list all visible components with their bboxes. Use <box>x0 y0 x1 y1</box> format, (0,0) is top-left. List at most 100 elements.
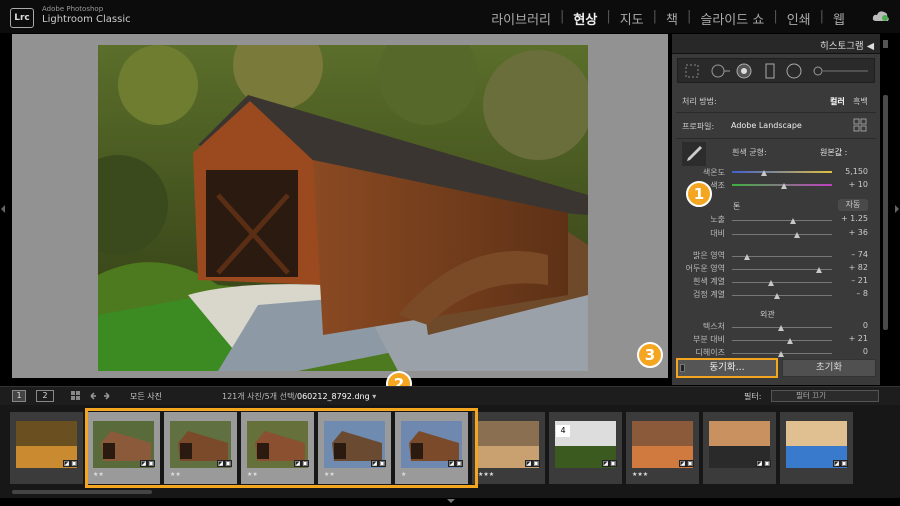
presence-slider-knob[interactable] <box>787 338 793 344</box>
treatment-bw-option[interactable]: 흑백 <box>853 96 868 107</box>
tone-slider-knob[interactable] <box>816 267 822 273</box>
presence-slider-knob[interactable] <box>778 351 784 357</box>
tone-slider-track[interactable] <box>732 220 832 221</box>
tone-slider-knob[interactable] <box>744 254 750 260</box>
filmstrip-thumbnail[interactable]: ◪ ▣ <box>780 412 853 484</box>
filmstrip-thumbnail[interactable]: ◪ ▣ ★★★ <box>472 412 545 484</box>
module-picker: 라이브러리 | 현상 | 지도 | 책 | 슬라이드 쇼 | 인쇄 | 웹 <box>482 9 854 28</box>
presence-slider-value[interactable]: 0 <box>838 321 868 330</box>
presence-slider-knob[interactable] <box>778 325 784 331</box>
profile-label: 프로파일: <box>682 122 715 131</box>
top-bar: Lrc Adobe Photoshop Lightroom Classic 라이… <box>0 0 900 33</box>
tone-slider-value[interactable]: + 36 <box>838 228 868 237</box>
module-book[interactable]: 책 <box>657 9 687 28</box>
module-print[interactable]: 인쇄 <box>778 9 820 28</box>
crop-tool-icon[interactable] <box>685 64 699 78</box>
tone-slider-knob[interactable] <box>768 280 774 286</box>
red-eye-icon[interactable] <box>736 63 752 79</box>
tone-slider-track[interactable] <box>732 295 832 296</box>
filter-dropdown[interactable]: 필터 끄기 <box>771 390 879 402</box>
profile-dropdown[interactable]: Adobe Landscape <box>731 121 802 130</box>
tone-slider-label: 노출 <box>710 215 725 224</box>
presence-label: 외관 <box>760 310 775 319</box>
presence-slider-label: 디헤이즈 <box>695 348 725 357</box>
tone-slider-value[interactable]: + 1.25 <box>838 214 868 223</box>
tone-slider-value[interactable]: – 74 <box>838 250 868 259</box>
filmstrip-thumbnail[interactable]: ◪ ▣ <box>703 412 776 484</box>
tint-slider-knob[interactable] <box>781 183 787 189</box>
thumbnail-badges-icon: ◪ ▣ <box>755 460 771 467</box>
wb-dropdown[interactable]: 원본값 : <box>820 147 847 158</box>
profile-browser-icon[interactable] <box>853 118 867 132</box>
module-web[interactable]: 웹 <box>824 9 854 28</box>
presence-slider-track[interactable] <box>732 340 832 341</box>
module-library[interactable]: 라이브러리 <box>482 9 560 28</box>
tone-slider-track[interactable] <box>732 234 832 235</box>
selection-highlight <box>85 408 478 488</box>
adjustment-brush-icon[interactable] <box>813 66 868 76</box>
vendor-name: Adobe Photoshop <box>42 5 104 13</box>
auto-tone-button[interactable]: 자동 <box>838 199 868 211</box>
left-panel-toggle-icon[interactable] <box>1 205 5 213</box>
tone-slider-label: 대비 <box>710 229 725 238</box>
stack-count-badge[interactable]: 4 <box>556 425 570 437</box>
page-1-button[interactable]: 1 <box>12 390 26 402</box>
histogram-header[interactable]: 히스토그램 ◀ <box>672 34 880 54</box>
tone-slider-value[interactable]: + 82 <box>838 263 868 272</box>
grid-view-icon[interactable] <box>71 391 80 400</box>
eyedropper-icon[interactable] <box>682 142 706 166</box>
source-label[interactable]: 모든 사진 <box>130 391 162 402</box>
presence-slider-value[interactable]: 0 <box>838 347 868 356</box>
tone-label: 톤 <box>733 202 741 211</box>
filmstrip-thumbnail[interactable]: ◪ ▣ <box>10 412 83 484</box>
presence-slider-value[interactable]: + 21 <box>838 334 868 343</box>
thumbnail-badges-icon: ◪ ▣ <box>678 460 694 467</box>
histogram-title: 히스토그램 ◀ <box>819 41 874 52</box>
tone-slider-value[interactable]: – 21 <box>838 276 868 285</box>
presence-slider-label: 텍스처 <box>702 322 725 331</box>
tone-slider-track[interactable] <box>732 282 832 283</box>
filmstrip-scrollbar[interactable] <box>12 490 152 494</box>
right-panel-toggle-icon[interactable] <box>895 205 899 213</box>
back-arrow-icon[interactable] <box>90 392 96 400</box>
current-filename: 060212_8792.dng <box>297 392 370 401</box>
temp-value[interactable]: 5,150 <box>838 167 868 176</box>
tone-slider-label: 밝은 영역 <box>693 251 725 260</box>
sync-button[interactable]: 동기화... <box>676 358 778 378</box>
module-slideshow[interactable]: 슬라이드 쇼 <box>691 9 773 28</box>
treatment-label: 처리 방법: <box>682 97 717 106</box>
filmstrip-nav <box>71 391 110 400</box>
panel-scroll-up[interactable] <box>883 40 888 48</box>
radial-filter-icon[interactable] <box>786 63 802 79</box>
module-map[interactable]: 지도 <box>611 9 653 28</box>
tone-slider-label: 검정 계열 <box>693 290 725 299</box>
filmstrip-info: 121개 사진/5개 선택/060212_8792.dng ▾ <box>222 392 377 401</box>
filmstrip-thumbnail[interactable]: ◪ ▣ <box>549 412 622 484</box>
forward-arrow-icon[interactable] <box>104 392 110 400</box>
tone-slider-knob[interactable] <box>774 293 780 299</box>
spot-removal-icon[interactable] <box>711 64 730 78</box>
temp-slider-track[interactable] <box>732 171 832 173</box>
thumbnail-badges-icon: ◪ ▣ <box>524 460 540 467</box>
thumbnail-badges-icon: ◪ ▣ <box>601 460 617 467</box>
graduated-filter-icon[interactable] <box>765 63 775 79</box>
tone-slider-knob[interactable] <box>794 232 800 238</box>
tint-value[interactable]: + 10 <box>838 180 868 189</box>
tone-slider-value[interactable]: – 8 <box>838 289 868 298</box>
tone-slider-knob[interactable] <box>790 218 796 224</box>
callout-badge-1: 1 <box>686 181 712 207</box>
reset-button[interactable]: 초기화 <box>782 359 876 377</box>
filmstrip-toggle-icon[interactable] <box>447 499 455 503</box>
lrc-logo: Lrc <box>10 8 34 28</box>
callout-badge-3: 3 <box>637 342 663 368</box>
treatment-color-option[interactable]: 컬러 <box>830 96 845 107</box>
cloud-sync-icon[interactable] <box>872 10 890 22</box>
panel-scrollbar[interactable] <box>883 95 888 330</box>
thumbnail-rating: ★★★ <box>478 471 495 478</box>
module-develop[interactable]: 현상 <box>564 9 606 28</box>
main-photo <box>98 45 588 371</box>
temp-slider-knob[interactable] <box>761 170 767 176</box>
page-2-button[interactable]: 2 <box>36 390 54 402</box>
filmstrip-thumbnail[interactable]: ◪ ▣ ★★★ <box>626 412 699 484</box>
auto-sync-toggle[interactable] <box>680 364 685 372</box>
